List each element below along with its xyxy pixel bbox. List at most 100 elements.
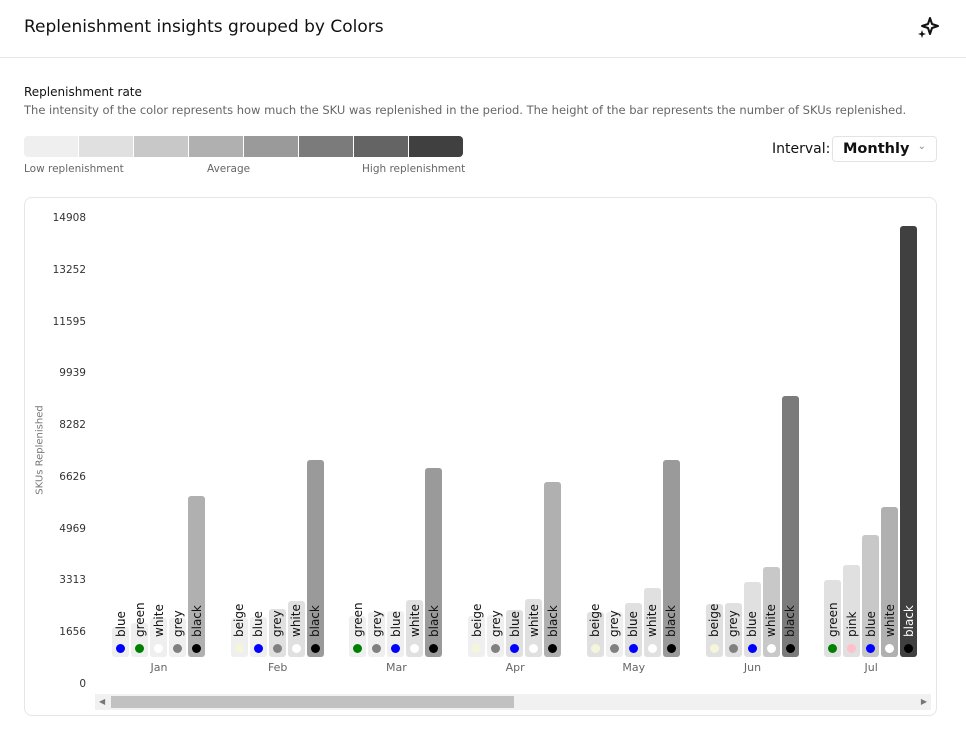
x-tick-label: May	[622, 661, 646, 674]
bar-jun-blue[interactable]: blue	[743, 581, 761, 657]
bar-jul-white[interactable]: white	[881, 506, 899, 657]
bar-apr-blue[interactable]: blue	[506, 609, 524, 657]
color-dot	[291, 643, 301, 653]
bar-mar-grey[interactable]: grey	[368, 610, 386, 657]
y-tick-label: 3313	[59, 574, 86, 587]
bar-label: black	[545, 605, 560, 637]
color-dot	[828, 643, 838, 653]
bar-label: black	[308, 605, 323, 637]
color-dot	[372, 643, 382, 653]
bar-label: beige	[588, 603, 603, 637]
color-dot	[628, 643, 638, 653]
bar-feb-blue[interactable]: blue	[249, 611, 267, 657]
scroll-left-icon[interactable]: ◀	[99, 697, 105, 706]
color-dot	[904, 643, 914, 653]
color-dot	[429, 643, 439, 653]
bar-label: blue	[251, 611, 266, 637]
bar-feb-beige[interactable]: beige	[230, 604, 248, 657]
bar-apr-white[interactable]: white	[525, 598, 543, 657]
bar-apr-grey[interactable]: grey	[487, 610, 505, 657]
scale-step	[134, 136, 188, 157]
bar-mar-black[interactable]: black	[425, 467, 443, 657]
x-tick-label: Jan	[150, 661, 168, 674]
bar-jul-blue[interactable]: blue	[862, 534, 880, 657]
bar-label: green	[132, 602, 147, 637]
bar-mar-green[interactable]: green	[349, 602, 367, 657]
bar-label: white	[645, 604, 660, 637]
bar-jun-white[interactable]: white	[762, 566, 780, 657]
color-dot	[885, 643, 895, 653]
bar-label: grey	[369, 610, 384, 637]
interval-label: Interval:	[772, 141, 831, 157]
color-dot	[154, 643, 163, 653]
horizontal-scrollbar[interactable]: ◀ ▶	[95, 694, 931, 710]
sparkle-icon[interactable]	[916, 16, 940, 40]
scale-step	[79, 136, 133, 157]
bar-jan-grey[interactable]: grey	[169, 610, 186, 657]
color-dot	[510, 643, 520, 653]
color-dot	[747, 643, 757, 653]
bar-jan-black[interactable]: black	[188, 495, 205, 657]
bar-label: blue	[745, 611, 759, 637]
bar-jul-pink[interactable]: pink	[843, 564, 861, 657]
bar-label: green	[350, 602, 365, 637]
interval-select[interactable]: Monthly ⌄	[832, 136, 937, 162]
bar-jan-green[interactable]: green	[131, 602, 148, 657]
color-dot	[766, 643, 776, 653]
color-dot	[847, 643, 857, 653]
bar-label: grey	[270, 610, 285, 637]
color-dot	[590, 643, 600, 653]
bar-mar-white[interactable]: white	[406, 599, 424, 657]
bar-feb-white[interactable]: white	[287, 600, 305, 657]
bar-may-grey[interactable]: grey	[605, 610, 623, 657]
y-tick-label: 13252	[52, 263, 86, 276]
bar-jan-blue[interactable]: blue	[112, 611, 129, 657]
rate-description: The intensity of the color represents ho…	[24, 103, 907, 117]
intensity-scale	[24, 136, 463, 157]
color-dot	[609, 643, 619, 653]
bar-feb-black[interactable]: black	[306, 459, 324, 657]
bar-jun-grey[interactable]: grey	[724, 602, 742, 657]
bar-may-beige[interactable]: beige	[586, 604, 604, 657]
bar-jul-black[interactable]: black	[900, 225, 918, 657]
scrollbar-thumb[interactable]	[111, 696, 514, 708]
bar-feb-grey[interactable]: grey	[268, 608, 286, 657]
bar-label: blue	[626, 611, 641, 637]
bar-label: beige	[469, 603, 484, 637]
scale-step	[409, 136, 463, 157]
y-tick-label: 0	[79, 678, 86, 690]
scale-step	[24, 136, 78, 157]
x-tick-label: Feb	[267, 661, 288, 674]
bar-jan-white[interactable]: white	[150, 604, 167, 657]
scale-step	[354, 136, 408, 157]
bar-jun-black[interactable]: black	[781, 395, 799, 657]
bar-jul-green[interactable]: green	[824, 579, 842, 657]
card-header: Replenishment insights grouped by Colors	[0, 0, 966, 58]
bar-label: white	[407, 604, 422, 637]
color-dot	[173, 643, 182, 653]
color-dot	[116, 643, 125, 653]
page-title: Replenishment insights grouped by Colors	[24, 17, 384, 37]
color-dot	[272, 643, 282, 653]
bar-label: beige	[232, 603, 247, 637]
scale-step	[189, 136, 243, 157]
bar-may-blue[interactable]: blue	[624, 602, 642, 657]
scroll-right-icon[interactable]: ▶	[921, 697, 927, 706]
x-tick-label: Jun	[743, 661, 762, 674]
x-tick-label: Mar	[386, 661, 407, 674]
chevron-down-icon: ⌄	[917, 141, 926, 152]
bar-label: black	[783, 605, 797, 637]
bar-label: beige	[707, 603, 721, 637]
bar-jun-beige[interactable]: beige	[705, 603, 723, 657]
bar-apr-black[interactable]: black	[544, 481, 562, 657]
color-dot	[666, 643, 676, 653]
bar-may-black[interactable]: black	[662, 459, 680, 657]
interval-value: Monthly	[843, 141, 910, 157]
y-tick-label: 4969	[59, 522, 86, 535]
bar-may-white[interactable]: white	[643, 587, 661, 657]
bar-label: blue	[113, 611, 128, 637]
color-dot	[472, 643, 482, 653]
bar-apr-beige[interactable]: beige	[468, 604, 486, 657]
scale-high-label: High replenishment	[362, 163, 466, 175]
bar-mar-blue[interactable]: blue	[387, 610, 405, 657]
